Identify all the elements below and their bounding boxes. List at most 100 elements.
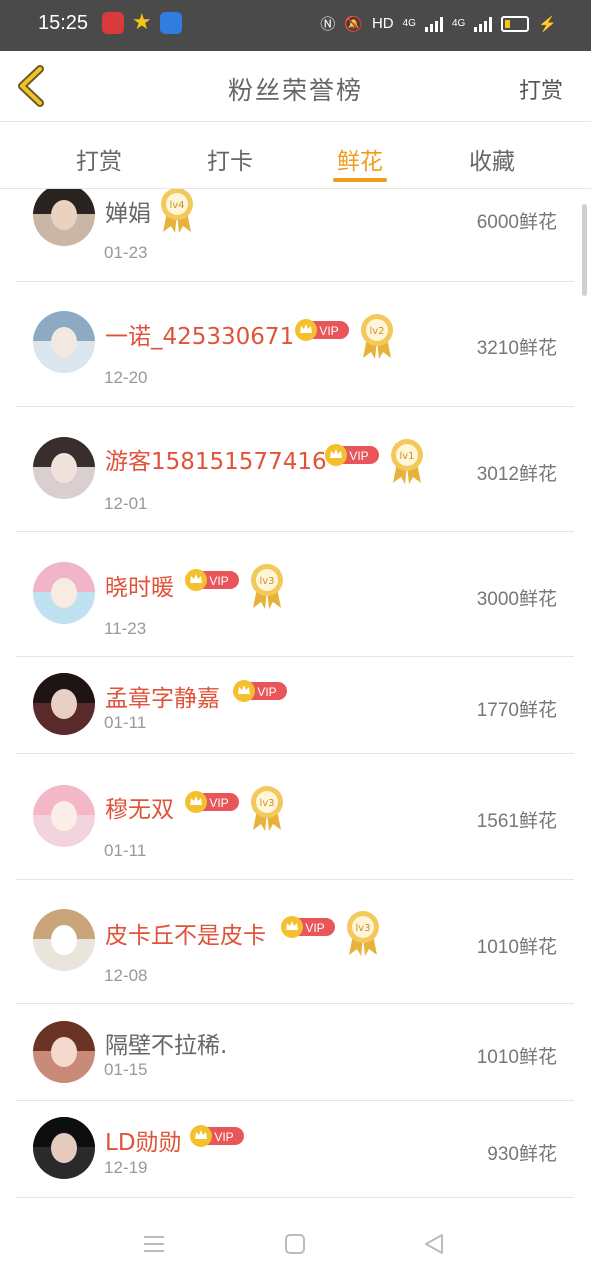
vip-badge-label: VIP xyxy=(349,449,368,463)
fan-date: 12-19 xyxy=(104,1158,148,1177)
flower-amount: 1770鲜花 xyxy=(476,700,557,721)
vip-badge-label: VIP xyxy=(209,574,228,588)
medal-level: lv3 xyxy=(355,923,370,934)
vip-badge: VIP xyxy=(233,680,287,702)
flower-amount: 1010鲜花 xyxy=(476,1047,557,1068)
tab-flowers[interactable]: 鲜花 xyxy=(320,142,400,182)
medal-level: lv2 xyxy=(369,326,384,337)
system-nav-bar xyxy=(0,1211,591,1280)
top-bar: 粉丝荣誉榜 打赏 xyxy=(0,51,591,122)
vip-badge-label: VIP xyxy=(305,921,324,935)
list-item[interactable]: 游客158151577416 VIP lv1 12-01 3012鲜花 xyxy=(16,407,574,532)
vip-badge: VIP xyxy=(190,1125,244,1147)
avatar xyxy=(33,785,95,847)
status-bar: 15:25 ★ Ⓝ 🔕 HD 4G 4G ⚡ xyxy=(0,0,591,51)
scrollbar[interactable] xyxy=(582,204,587,296)
medal-level: lv4 xyxy=(169,200,184,211)
flower-amount: 3000鲜花 xyxy=(476,589,557,610)
active-tab-indicator xyxy=(333,178,387,182)
vip-badge: VIP xyxy=(295,319,349,341)
flower-amount: 1561鲜花 xyxy=(476,811,557,832)
fan-name: LD勋勋 xyxy=(105,1130,182,1156)
list-item[interactable]: 婵娟 lv4 01-23 6000鲜花 xyxy=(16,189,574,282)
battery-icon xyxy=(501,15,530,32)
tab-favorites[interactable]: 收藏 xyxy=(452,142,532,176)
fan-date: 11-23 xyxy=(104,619,147,638)
avatar xyxy=(33,437,95,499)
level-medal-icon: lv3 xyxy=(251,786,283,831)
list-item[interactable]: 皮卡丘不是皮卡 VIP lv3 12-08 1010鲜花 xyxy=(16,880,574,1004)
list-item[interactable]: LD勋勋 VIP 12-19 930鲜花 xyxy=(16,1101,574,1198)
level-medal-icon: lv3 xyxy=(251,564,283,609)
star-icon: ★ xyxy=(132,10,152,35)
vip-badge-label: VIP xyxy=(319,324,338,338)
status-time: 15:25 xyxy=(38,12,89,34)
list-item[interactable]: 穆无双 VIP lv3 01-11 1561鲜花 xyxy=(16,754,574,880)
fan-name: 孟章字静嘉 xyxy=(105,686,220,712)
menu-icon[interactable] xyxy=(141,1231,167,1257)
tab-checkin[interactable]: 打卡 xyxy=(190,142,270,176)
level-medal-icon: lv3 xyxy=(347,911,379,956)
tab-reward-label: 打赏 xyxy=(76,149,122,175)
list-item[interactable]: 隔壁不拉稀. 01-15 1010鲜花 xyxy=(16,1004,574,1101)
fan-name: 隔壁不拉稀. xyxy=(105,1033,228,1059)
level-medal-icon: lv2 xyxy=(361,314,393,359)
fan-name: 穆无双 xyxy=(105,797,174,823)
android-icon xyxy=(160,12,182,34)
home-icon[interactable] xyxy=(282,1231,308,1257)
avatar xyxy=(33,311,95,373)
signal-icon-2 xyxy=(474,16,493,32)
avatar xyxy=(33,1021,95,1083)
tab-reward[interactable]: 打赏 xyxy=(59,142,139,176)
level-medal-icon: lv1 xyxy=(391,439,423,484)
tab-flowers-label: 鲜花 xyxy=(337,149,383,175)
medal-level: lv1 xyxy=(399,451,414,462)
tab-favorites-label: 收藏 xyxy=(469,149,515,175)
fan-date: 01-11 xyxy=(104,841,147,860)
hd-label: HD xyxy=(371,15,394,32)
fan-date: 01-11 xyxy=(104,713,147,732)
signal-icon xyxy=(424,16,443,32)
flower-amount: 6000鲜花 xyxy=(476,212,557,233)
medal-level: lv3 xyxy=(259,576,274,587)
network-4g-label: 4G xyxy=(402,18,416,29)
back-nav-icon[interactable] xyxy=(421,1231,447,1257)
fan-date: 12-20 xyxy=(104,368,148,387)
fan-name: 游客158151577416 xyxy=(105,449,327,475)
flower-amount: 3210鲜花 xyxy=(476,338,557,359)
network-4g-label-2: 4G xyxy=(451,18,466,29)
reward-action-button[interactable]: 打赏 xyxy=(519,73,563,105)
nfc-icon: Ⓝ xyxy=(320,16,336,33)
app-notification-icon xyxy=(102,12,124,34)
page-title: 粉丝荣誉榜 xyxy=(227,76,363,105)
vip-badge: VIP xyxy=(185,569,239,591)
fan-name: 皮卡丘不是皮卡 xyxy=(105,923,266,949)
avatar xyxy=(33,673,95,735)
level-medal-icon: lv4 xyxy=(161,189,193,233)
fan-date: 01-15 xyxy=(104,1060,148,1079)
avatar xyxy=(33,1117,95,1179)
tab-bar: 打赏 打卡 鲜花 收藏 xyxy=(0,122,591,189)
medal-level: lv3 xyxy=(259,798,274,809)
charging-icon: ⚡ xyxy=(538,15,557,33)
fan-name: 一诺_425330671 xyxy=(105,324,295,350)
fan-date: 12-01 xyxy=(104,494,148,513)
tab-checkin-label: 打卡 xyxy=(207,149,253,175)
vip-badge-label: VIP xyxy=(257,685,276,699)
fan-date: 12-08 xyxy=(104,966,148,985)
vip-badge: VIP xyxy=(185,791,239,813)
flower-amount: 3012鲜花 xyxy=(476,464,557,485)
mute-bell-icon: 🔕 xyxy=(344,15,363,33)
vip-badge: VIP xyxy=(281,916,335,938)
fan-date: 01-23 xyxy=(104,243,148,262)
fan-ranking-list[interactable]: 婵娟 lv4 01-23 6000鲜花 一诺_425330671 VIP lv2… xyxy=(0,189,591,1211)
vip-badge: VIP xyxy=(325,444,379,466)
list-item[interactable]: 一诺_425330671 VIP lv2 12-20 3210鲜花 xyxy=(16,281,574,407)
avatar xyxy=(33,909,95,971)
avatar xyxy=(33,189,95,246)
flower-amount: 930鲜花 xyxy=(487,1144,557,1165)
list-item[interactable]: 孟章字静嘉 VIP 01-11 1770鲜花 xyxy=(16,657,574,754)
flower-amount: 1010鲜花 xyxy=(476,937,557,958)
list-item[interactable]: 晓时暖 VIP lv3 11-23 3000鲜花 xyxy=(16,532,574,657)
fan-name: 晓时暖 xyxy=(105,575,174,601)
